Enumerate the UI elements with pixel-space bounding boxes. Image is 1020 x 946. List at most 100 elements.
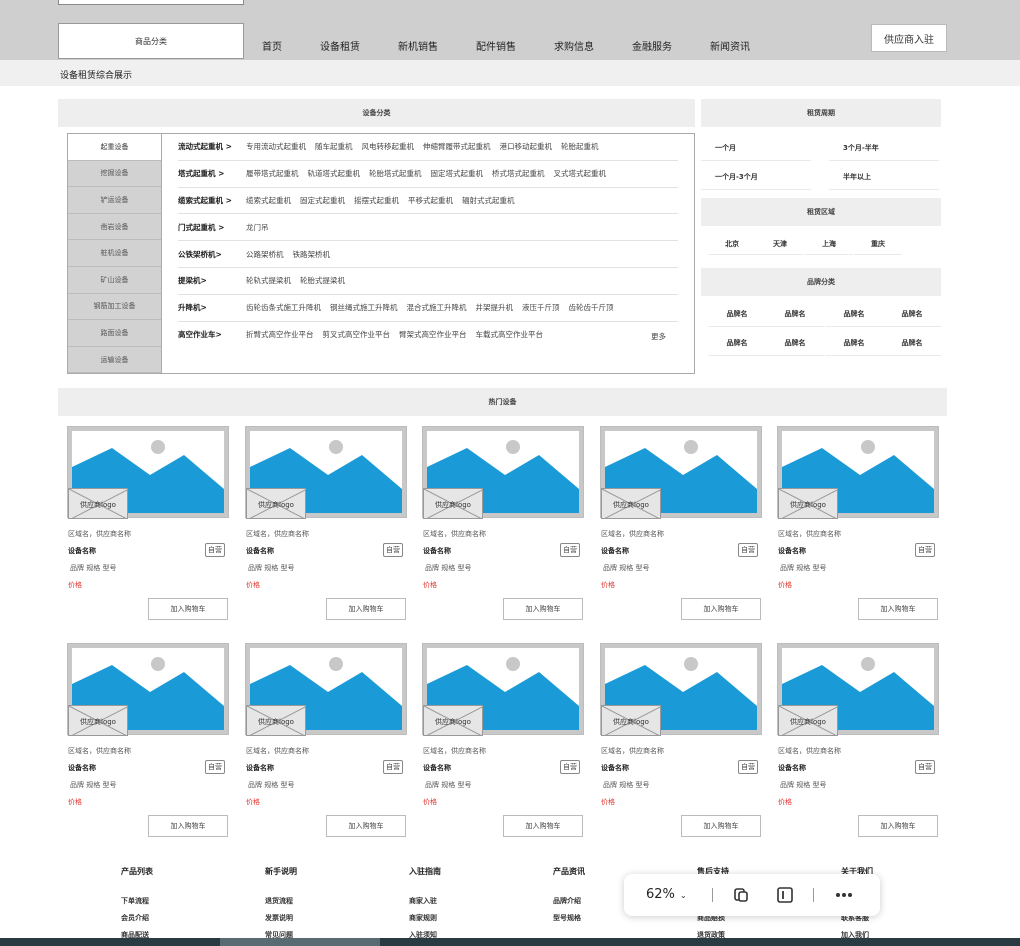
category-link[interactable]: 轮轨式提梁机	[246, 275, 291, 286]
tab-mining[interactable]: 矿山设备	[68, 266, 161, 294]
nav-finance[interactable]: 金融服务	[632, 38, 672, 53]
category-link[interactable]: 伸缩臂履带式起重机	[423, 141, 491, 152]
tab-transport[interactable]: 运输设备	[68, 346, 161, 374]
add-to-cart-button[interactable]: 加入购物车	[503, 598, 583, 620]
tab-excavation[interactable]: 挖掘设备	[68, 160, 161, 188]
product-name[interactable]: 设备名称	[601, 763, 629, 773]
category-link[interactable]: 井架提升机	[476, 302, 514, 313]
product-name[interactable]: 设备名称	[423, 546, 451, 556]
add-to-cart-button[interactable]: 加入购物车	[503, 815, 583, 837]
product-name[interactable]: 设备名称	[68, 763, 96, 773]
category-row-name[interactable]: 高空作业车>	[178, 329, 246, 340]
brand-option[interactable]: 品牌名	[825, 330, 883, 356]
category-link[interactable]: 风电转移起重机	[362, 141, 415, 152]
category-link[interactable]: 混合式施工升降机	[407, 302, 467, 313]
category-link[interactable]: 龙门吊	[246, 222, 269, 233]
product-card[interactable]: 供应商logo 区域名，供应商名称 设备名称 自营 品牌 规格 型号 价格 加入购物车	[67, 643, 229, 839]
category-row-name[interactable]: 塔式起重机 >	[178, 168, 246, 179]
category-link[interactable]: 桥式塔式起重机	[492, 168, 545, 179]
category-link[interactable]: 辐射式式起重机	[462, 195, 515, 206]
period-option[interactable]: 3个月-半年	[829, 136, 939, 161]
add-to-cart-button[interactable]: 加入购物车	[858, 598, 938, 620]
footer-link[interactable]: 发票说明	[265, 913, 375, 930]
product-image[interactable]: 供应商logo	[422, 643, 584, 736]
product-card[interactable]: 供应商logo 区域名，供应商名称 设备名称 自营 品牌 规格 型号 价格 加入购物车	[245, 426, 407, 622]
category-link[interactable]: 固定式起重机	[300, 195, 345, 206]
tab-lifting[interactable]: 起重设备	[68, 134, 161, 161]
product-image[interactable]: 供应商logo	[245, 643, 407, 736]
product-card[interactable]: 供应商logo 区域名，供应商名称 设备名称 自营 品牌 规格 型号 价格 加入购物车	[600, 426, 762, 622]
product-name[interactable]: 设备名称	[778, 546, 806, 556]
product-name[interactable]: 设备名称	[68, 546, 96, 556]
footer-link[interactable]: 退货流程	[265, 896, 375, 913]
product-image[interactable]: 供应商logo	[67, 426, 229, 519]
period-option[interactable]: 一个月	[701, 136, 811, 161]
tab-road[interactable]: 路面设备	[68, 320, 161, 347]
nav-news[interactable]: 新闻资讯	[710, 38, 750, 53]
category-link[interactable]: 钢丝绳式施工升降机	[330, 302, 398, 313]
product-name[interactable]: 设备名称	[423, 763, 451, 773]
scrollbar-thumb[interactable]	[220, 938, 380, 946]
product-name[interactable]: 设备名称	[601, 546, 629, 556]
product-image[interactable]: 供应商logo	[600, 643, 762, 736]
add-to-cart-button[interactable]: 加入购物车	[858, 815, 938, 837]
footer-link[interactable]: 商家规则	[409, 913, 519, 930]
category-link[interactable]: 轮胎起重机	[561, 141, 599, 152]
category-row-name[interactable]: 升降机>	[178, 302, 246, 313]
footer-link[interactable]: 商家入驻	[409, 896, 519, 913]
more-icon[interactable]	[834, 887, 854, 905]
category-link[interactable]: 轮胎式提梁机	[300, 275, 345, 286]
tab-shovel[interactable]: 铲运设备	[68, 187, 161, 214]
brand-option[interactable]: 品牌名	[766, 301, 824, 327]
category-link[interactable]: 车载式高空作业平台	[476, 329, 544, 340]
product-image[interactable]: 供应商logo	[600, 426, 762, 519]
category-link[interactable]: 铁路架桥机	[293, 249, 331, 260]
nav-parts[interactable]: 配件销售	[476, 38, 516, 53]
category-link[interactable]: 轮胎塔式起重机	[369, 168, 422, 179]
region-option[interactable]: 天津	[756, 233, 804, 255]
product-name[interactable]: 设备名称	[246, 763, 274, 773]
category-link[interactable]: 齿轮齿条式施工升降机	[246, 302, 321, 313]
add-to-cart-button[interactable]: 加入购物车	[681, 598, 761, 620]
nav-purchase[interactable]: 求购信息	[554, 38, 594, 53]
category-link[interactable]: 剪叉式高空作业平台	[323, 329, 391, 340]
category-row-name[interactable]: 缆索式起重机 >	[178, 195, 246, 206]
category-button[interactable]: 商品分类	[58, 23, 244, 59]
category-row-name[interactable]: 公铁架桥机>	[178, 249, 246, 260]
supplier-join-button[interactable]: 供应商入驻	[871, 24, 947, 52]
footer-link[interactable]: 下单流程	[121, 896, 231, 913]
tab-piling[interactable]: 桩机设备	[68, 240, 161, 267]
category-row-name[interactable]: 提梁机>	[178, 275, 246, 286]
category-row-name[interactable]: 流动式起重机 >	[178, 141, 246, 152]
tab-rock-drilling[interactable]: 凿岩设备	[68, 213, 161, 241]
panel-icon[interactable]	[776, 886, 794, 906]
horizontal-scrollbar[interactable]	[0, 938, 1020, 946]
category-link[interactable]: 轨道塔式起重机	[308, 168, 361, 179]
add-to-cart-button[interactable]: 加入购物车	[148, 815, 228, 837]
category-link[interactable]: 折臂式高空作业平台	[246, 329, 314, 340]
product-card[interactable]: 供应商logo 区域名，供应商名称 设备名称 自营 品牌 规格 型号 价格 加入购物车	[777, 426, 939, 622]
category-more-link[interactable]: 更多	[651, 331, 666, 342]
category-link[interactable]: 履带塔式起重机	[246, 168, 299, 179]
category-link[interactable]: 液压千斤顶	[522, 302, 560, 313]
product-image[interactable]: 供应商logo	[67, 643, 229, 736]
category-link[interactable]: 摇摆式起重机	[354, 195, 399, 206]
product-card[interactable]: 供应商logo 区域名，供应商名称 设备名称 自营 品牌 规格 型号 价格 加入购物车	[422, 643, 584, 839]
product-card[interactable]: 供应商logo 区域名，供应商名称 设备名称 自营 品牌 规格 型号 价格 加入购物车	[777, 643, 939, 839]
product-card[interactable]: 供应商logo 区域名，供应商名称 设备名称 自营 品牌 规格 型号 价格 加入购物车	[600, 643, 762, 839]
category-link[interactable]: 公路架桥机	[246, 249, 284, 260]
brand-option[interactable]: 品牌名	[883, 301, 941, 327]
product-image[interactable]: 供应商logo	[777, 426, 939, 519]
tab-rebar[interactable]: 钢筋加工设备	[68, 293, 161, 321]
footer-link[interactable]: 会员介绍	[121, 913, 231, 930]
category-link[interactable]: 平移式起重机	[408, 195, 453, 206]
brand-option[interactable]: 品牌名	[825, 301, 883, 327]
brand-option[interactable]: 品牌名	[883, 330, 941, 356]
nav-rental[interactable]: 设备租赁	[320, 38, 360, 53]
category-link[interactable]: 齿轮齿千斤顶	[569, 302, 614, 313]
brand-option[interactable]: 品牌名	[708, 330, 766, 356]
region-option[interactable]: 重庆	[854, 233, 902, 255]
copy-icon[interactable]	[732, 886, 750, 906]
add-to-cart-button[interactable]: 加入购物车	[681, 815, 761, 837]
add-to-cart-button[interactable]: 加入购物车	[148, 598, 228, 620]
